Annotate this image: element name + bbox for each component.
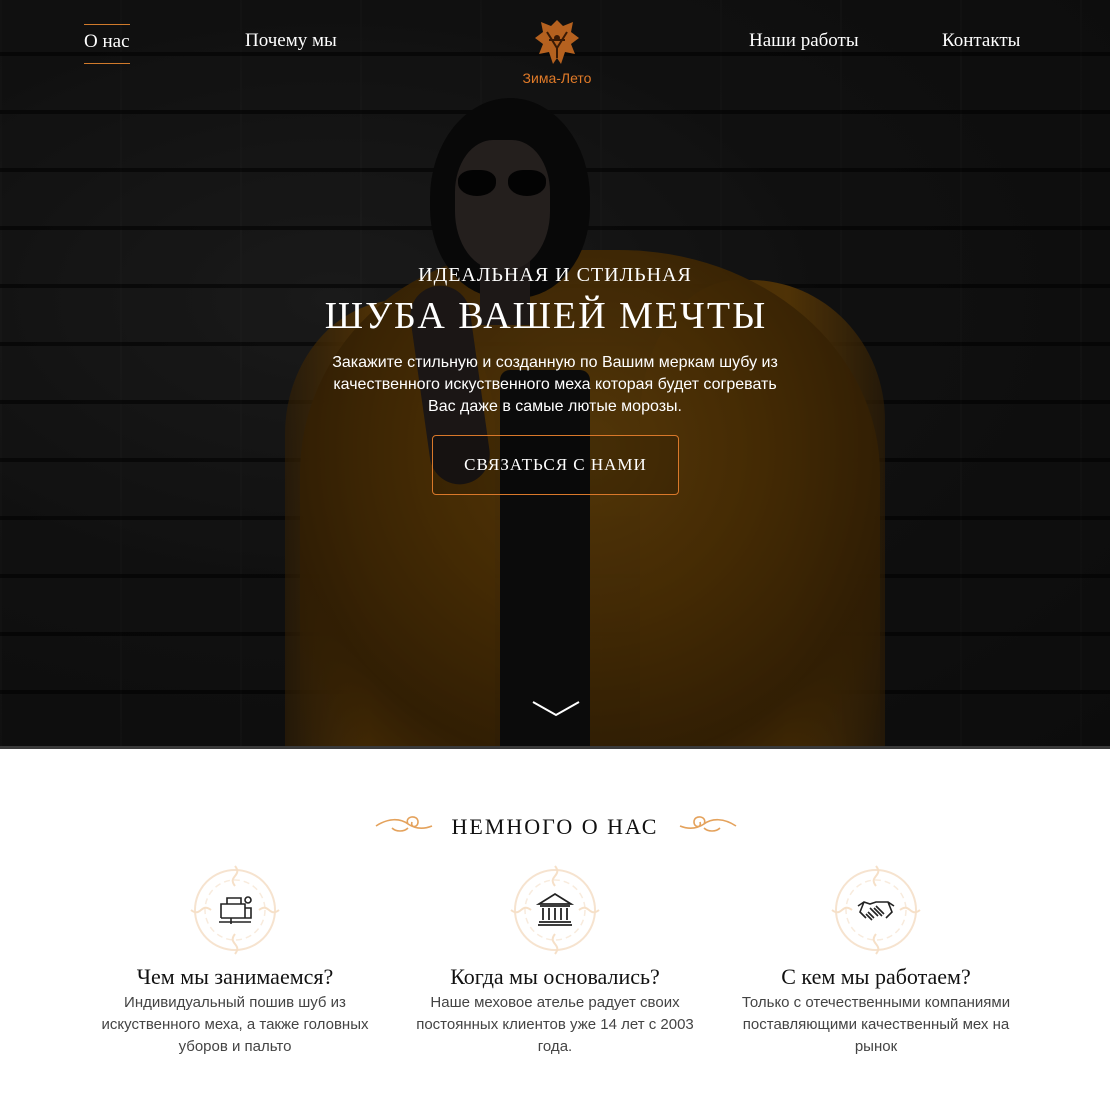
hero-description: Закажите стильную и созданную по Вашим м… <box>332 354 778 415</box>
contact-us-button[interactable]: СВЯЗАТЬСЯ С НАМИ <box>432 435 679 495</box>
about-item-founded: Когда мы основались? Наше меховое ателье… <box>405 862 705 1058</box>
hero-title: ШУБА ВАШЕЙ МЕЧТЫ <box>324 295 768 337</box>
logo-text: Зима-Лето <box>522 70 592 86</box>
flourish-right-icon <box>679 816 737 832</box>
about-item-heading: С кем мы работаем? <box>781 964 971 989</box>
about-item-heading: Когда мы основались? <box>450 964 660 989</box>
sewing-machine-icon <box>219 896 252 924</box>
nav-item-about[interactable]: О нас <box>84 24 130 64</box>
logo[interactable]: Зима-Лето <box>512 18 602 86</box>
about-item-text: Индивидуальный пошив шуб из искуственног… <box>101 994 369 1055</box>
ornament-emblem <box>828 862 924 958</box>
nav-item-contacts[interactable]: Контакты <box>942 30 1020 62</box>
hero-section: О нас Почему мы Зима-Лето Наши работы Ко… <box>0 0 1110 748</box>
ornament-emblem <box>187 862 283 958</box>
hero-divider <box>0 746 1110 749</box>
about-item-text: Наше меховое ателье радует своих постоян… <box>416 994 694 1055</box>
hero-subtitle: ИДЕАЛЬНАЯ И СТИЛЬНАЯ <box>418 264 692 286</box>
building-columns-icon <box>535 892 575 926</box>
ornament-emblem <box>507 862 603 958</box>
nav-item-why-us[interactable]: Почему мы <box>245 30 337 62</box>
about-item-heading: Чем мы занимаемся? <box>136 964 334 989</box>
handshake-icon <box>857 901 895 921</box>
about-item-partners: С кем мы работаем? Только с отечественны… <box>726 862 1026 1058</box>
logo-emblem-icon <box>535 20 579 64</box>
about-section-title: НЕМНОГО О НАС <box>451 814 659 839</box>
about-item-text: Только с отечественными компаниями поста… <box>741 994 1011 1055</box>
nav-item-our-works[interactable]: Наши работы <box>749 30 859 62</box>
about-item-what-we-do: Чем мы занимаемся? Индивидуальный пошив … <box>85 862 385 1058</box>
chevron-down-icon[interactable] <box>531 698 581 718</box>
